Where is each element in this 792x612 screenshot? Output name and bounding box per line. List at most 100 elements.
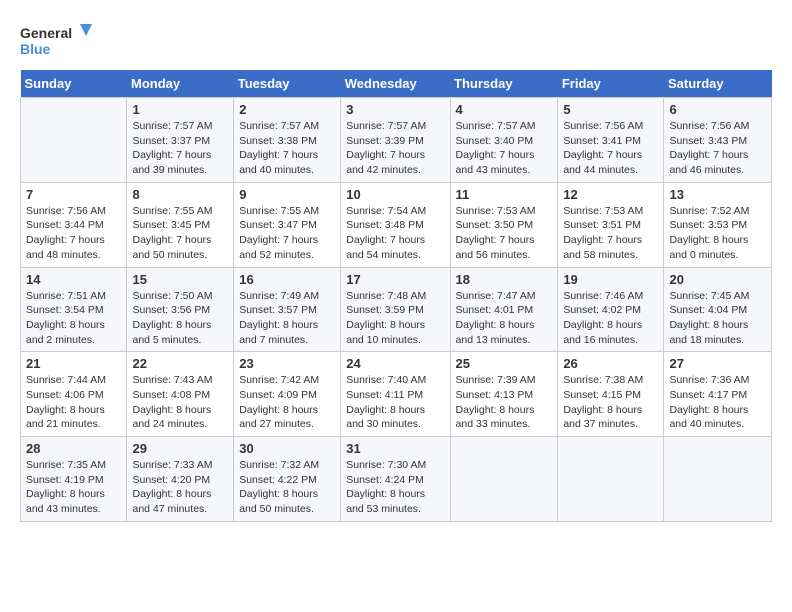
calendar-cell: 9 Sunrise: 7:55 AM Sunset: 3:47 PM Daylig… [234,182,341,267]
day-info: Sunrise: 7:39 AM Sunset: 4:13 PM Dayligh… [456,373,553,432]
day-info: Sunrise: 7:49 AM Sunset: 3:57 PM Dayligh… [239,289,335,348]
day-info: Sunrise: 7:50 AM Sunset: 3:56 PM Dayligh… [132,289,228,348]
svg-text:Blue: Blue [20,41,51,57]
day-number: 31 [346,441,444,456]
day-number: 28 [26,441,121,456]
calendar-cell [450,437,558,522]
day-info: Sunrise: 7:52 AM Sunset: 3:53 PM Dayligh… [669,204,766,263]
calendar-cell: 15Sunrise: 7:50 AM Sunset: 3:56 PM Dayli… [127,267,234,352]
calendar-week-row: 7 Sunrise: 7:56 AM Sunset: 3:44 PM Daylig… [21,182,772,267]
calendar-cell: 3Sunrise: 7:57 AM Sunset: 3:39 PM Daylig… [341,98,450,183]
calendar-cell: 14 Sunrise: 7:51 AM Sunset: 3:54 PM Dayli… [21,267,127,352]
calendar-cell: 31 Sunrise: 7:30 AM Sunset: 4:24 PM Dayli… [341,437,450,522]
day-info: Sunrise: 7:35 AM Sunset: 4:19 PM Dayligh… [26,458,121,517]
header-day-sunday: Sunday [21,70,127,98]
calendar-cell: 18 Sunrise: 7:47 AM Sunset: 4:01 PM Dayli… [450,267,558,352]
day-number: 4 [456,102,553,117]
day-number: 24 [346,356,444,371]
calendar-cell: 7 Sunrise: 7:56 AM Sunset: 3:44 PM Daylig… [21,182,127,267]
day-info: Sunrise: 7:51 AM Sunset: 3:54 PM Dayligh… [26,289,121,348]
calendar-cell: 12 Sunrise: 7:53 AM Sunset: 3:51 PM Dayli… [558,182,664,267]
day-number: 9 [239,187,335,202]
day-info: Sunrise: 7:33 AM Sunset: 4:20 PM Dayligh… [132,458,228,517]
day-number: 20 [669,272,766,287]
page-header: GeneralBlue [20,20,772,60]
day-info: Sunrise: 7:44 AM Sunset: 4:06 PM Dayligh… [26,373,121,432]
calendar-cell: 29Sunrise: 7:33 AM Sunset: 4:20 PM Dayli… [127,437,234,522]
calendar-week-row: 1 Sunrise: 7:57 AM Sunset: 3:37 PM Daylig… [21,98,772,183]
day-info: Sunrise: 7:56 AM Sunset: 3:43 PM Dayligh… [669,119,766,178]
day-info: Sunrise: 7:43 AM Sunset: 4:08 PM Dayligh… [132,373,228,432]
calendar-week-row: 28 Sunrise: 7:35 AM Sunset: 4:19 PM Dayli… [21,437,772,522]
header-day-monday: Monday [127,70,234,98]
day-number: 25 [456,356,553,371]
day-number: 6 [669,102,766,117]
calendar-cell [664,437,772,522]
day-info: Sunrise: 7:53 AM Sunset: 3:50 PM Dayligh… [456,204,553,263]
day-number: 5 [563,102,658,117]
day-info: Sunrise: 7:30 AM Sunset: 4:24 PM Dayligh… [346,458,444,517]
calendar-cell [21,98,127,183]
day-number: 12 [563,187,658,202]
day-info: Sunrise: 7:55 AM Sunset: 3:47 PM Dayligh… [239,204,335,263]
day-info: Sunrise: 7:54 AM Sunset: 3:48 PM Dayligh… [346,204,444,263]
calendar-cell: 13Sunrise: 7:52 AM Sunset: 3:53 PM Dayli… [664,182,772,267]
day-info: Sunrise: 7:48 AM Sunset: 3:59 PM Dayligh… [346,289,444,348]
day-number: 18 [456,272,553,287]
day-number: 30 [239,441,335,456]
calendar-cell: 24 Sunrise: 7:40 AM Sunset: 4:11 PM Dayli… [341,352,450,437]
day-info: Sunrise: 7:56 AM Sunset: 3:44 PM Dayligh… [26,204,121,263]
day-number: 1 [132,102,228,117]
calendar-cell: 4 Sunrise: 7:57 AM Sunset: 3:40 PM Daylig… [450,98,558,183]
calendar-cell: 26Sunrise: 7:38 AM Sunset: 4:15 PM Dayli… [558,352,664,437]
calendar-cell: 25 Sunrise: 7:39 AM Sunset: 4:13 PM Dayli… [450,352,558,437]
calendar-cell: 22 Sunrise: 7:43 AM Sunset: 4:08 PM Dayli… [127,352,234,437]
calendar-cell: 8 Sunrise: 7:55 AM Sunset: 3:45 PM Daylig… [127,182,234,267]
calendar-cell: 17 Sunrise: 7:48 AM Sunset: 3:59 PM Dayli… [341,267,450,352]
day-info: Sunrise: 7:47 AM Sunset: 4:01 PM Dayligh… [456,289,553,348]
day-number: 14 [26,272,121,287]
day-info: Sunrise: 7:42 AM Sunset: 4:09 PM Dayligh… [239,373,335,432]
day-info: Sunrise: 7:57 AM Sunset: 3:37 PM Dayligh… [132,119,228,178]
calendar-cell: 11 Sunrise: 7:53 AM Sunset: 3:50 PM Dayli… [450,182,558,267]
day-info: Sunrise: 7:40 AM Sunset: 4:11 PM Dayligh… [346,373,444,432]
calendar-cell: 1 Sunrise: 7:57 AM Sunset: 3:37 PM Daylig… [127,98,234,183]
day-info: Sunrise: 7:53 AM Sunset: 3:51 PM Dayligh… [563,204,658,263]
logo: GeneralBlue [20,20,100,60]
header-day-tuesday: Tuesday [234,70,341,98]
day-info: Sunrise: 7:32 AM Sunset: 4:22 PM Dayligh… [239,458,335,517]
day-number: 23 [239,356,335,371]
day-number: 8 [132,187,228,202]
header-day-friday: Friday [558,70,664,98]
day-info: Sunrise: 7:57 AM Sunset: 3:40 PM Dayligh… [456,119,553,178]
calendar-cell: 6 Sunrise: 7:56 AM Sunset: 3:43 PM Daylig… [664,98,772,183]
calendar-cell: 5 Sunrise: 7:56 AM Sunset: 3:41 PM Daylig… [558,98,664,183]
day-info: Sunrise: 7:57 AM Sunset: 3:39 PM Dayligh… [346,119,444,178]
day-number: 17 [346,272,444,287]
calendar-cell: 10 Sunrise: 7:54 AM Sunset: 3:48 PM Dayli… [341,182,450,267]
calendar-cell: 23 Sunrise: 7:42 AM Sunset: 4:09 PM Dayli… [234,352,341,437]
logo-icon: GeneralBlue [20,20,100,60]
calendar-cell: 16Sunrise: 7:49 AM Sunset: 3:57 PM Dayli… [234,267,341,352]
day-info: Sunrise: 7:57 AM Sunset: 3:38 PM Dayligh… [239,119,335,178]
calendar-cell: 28 Sunrise: 7:35 AM Sunset: 4:19 PM Dayli… [21,437,127,522]
calendar-cell [558,437,664,522]
day-number: 10 [346,187,444,202]
day-info: Sunrise: 7:36 AM Sunset: 4:17 PM Dayligh… [669,373,766,432]
day-number: 2 [239,102,335,117]
day-info: Sunrise: 7:55 AM Sunset: 3:45 PM Dayligh… [132,204,228,263]
day-number: 22 [132,356,228,371]
header-day-saturday: Saturday [664,70,772,98]
calendar-cell: 30 Sunrise: 7:32 AM Sunset: 4:22 PM Dayli… [234,437,341,522]
calendar-week-row: 14 Sunrise: 7:51 AM Sunset: 3:54 PM Dayli… [21,267,772,352]
day-number: 11 [456,187,553,202]
day-info: Sunrise: 7:45 AM Sunset: 4:04 PM Dayligh… [669,289,766,348]
day-info: Sunrise: 7:56 AM Sunset: 3:41 PM Dayligh… [563,119,658,178]
calendar-table: SundayMondayTuesdayWednesdayThursdayFrid… [20,70,772,522]
calendar-week-row: 21Sunrise: 7:44 AM Sunset: 4:06 PM Dayli… [21,352,772,437]
day-number: 27 [669,356,766,371]
calendar-cell: 19Sunrise: 7:46 AM Sunset: 4:02 PM Dayli… [558,267,664,352]
day-info: Sunrise: 7:38 AM Sunset: 4:15 PM Dayligh… [563,373,658,432]
day-number: 19 [563,272,658,287]
day-number: 7 [26,187,121,202]
